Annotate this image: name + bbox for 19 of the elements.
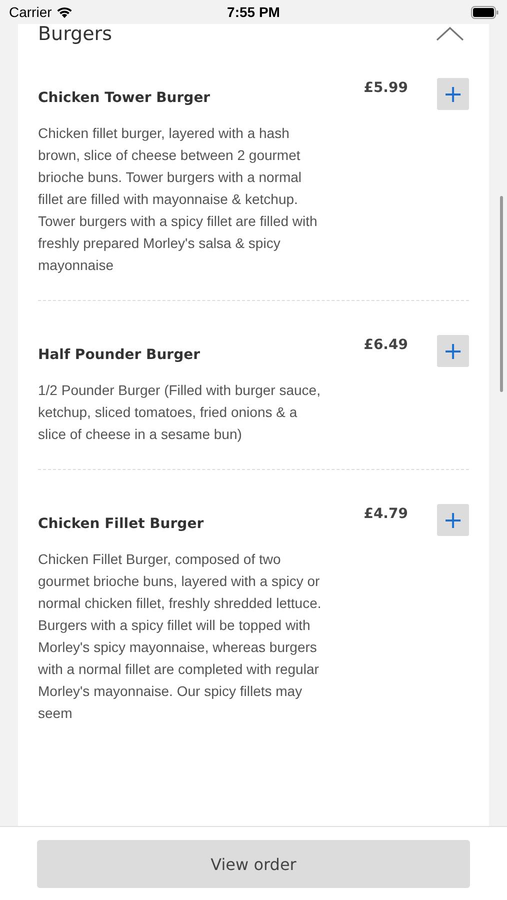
item-description: 1/2 Pounder Burger (Filled with burger sauce, ketchup, sliced tomatoes, fried onions & a slice of cheese in a sesame bun) <box>38 381 322 444</box>
chevron-up-icon[interactable] <box>435 26 465 42</box>
battery-icon <box>471 6 499 18</box>
carrier-label: Carrier <box>9 4 52 20</box>
add-button[interactable]: + <box>437 78 469 110</box>
view-order-button[interactable]: View order <box>37 840 470 888</box>
add-button[interactable]: + <box>437 335 469 367</box>
item-name: Half Pounder Burger <box>38 347 201 363</box>
item-price: £6.49 <box>364 337 408 353</box>
item-price: £4.79 <box>364 506 408 522</box>
item-description: Chicken fillet burger, layered with a hash brown, slice of cheese between 2 gourmet brioche buns. Tower burgers with a normal fillet are filled with mayonnaise & ketchup. Tower burgers with a spicy fillet are filled with freshly prepared Morley's salsa & spicy mayonnaise <box>38 124 318 275</box>
item-description: Chicken Fillet Burger, composed of two gourmet brioche buns, layered with a spicy or normal chicken fillet, freshly shredded lettuce. Burgers with a spicy fillet will be topped with Morley's spicy mayonnaise, whereas burgers with a normal fillet are completed with regular Morley's mayonnaise. Our spicy fillets may seem <box>38 550 322 723</box>
section-title: Burgers <box>38 24 112 45</box>
wifi-icon <box>56 6 73 18</box>
add-button[interactable]: + <box>437 504 469 536</box>
item-name: Chicken Tower Burger <box>38 90 212 106</box>
status-time: 7:55 PM <box>227 4 280 20</box>
item-price: £5.99 <box>364 80 408 96</box>
item-name: Chicken Fillet Burger <box>38 516 205 532</box>
